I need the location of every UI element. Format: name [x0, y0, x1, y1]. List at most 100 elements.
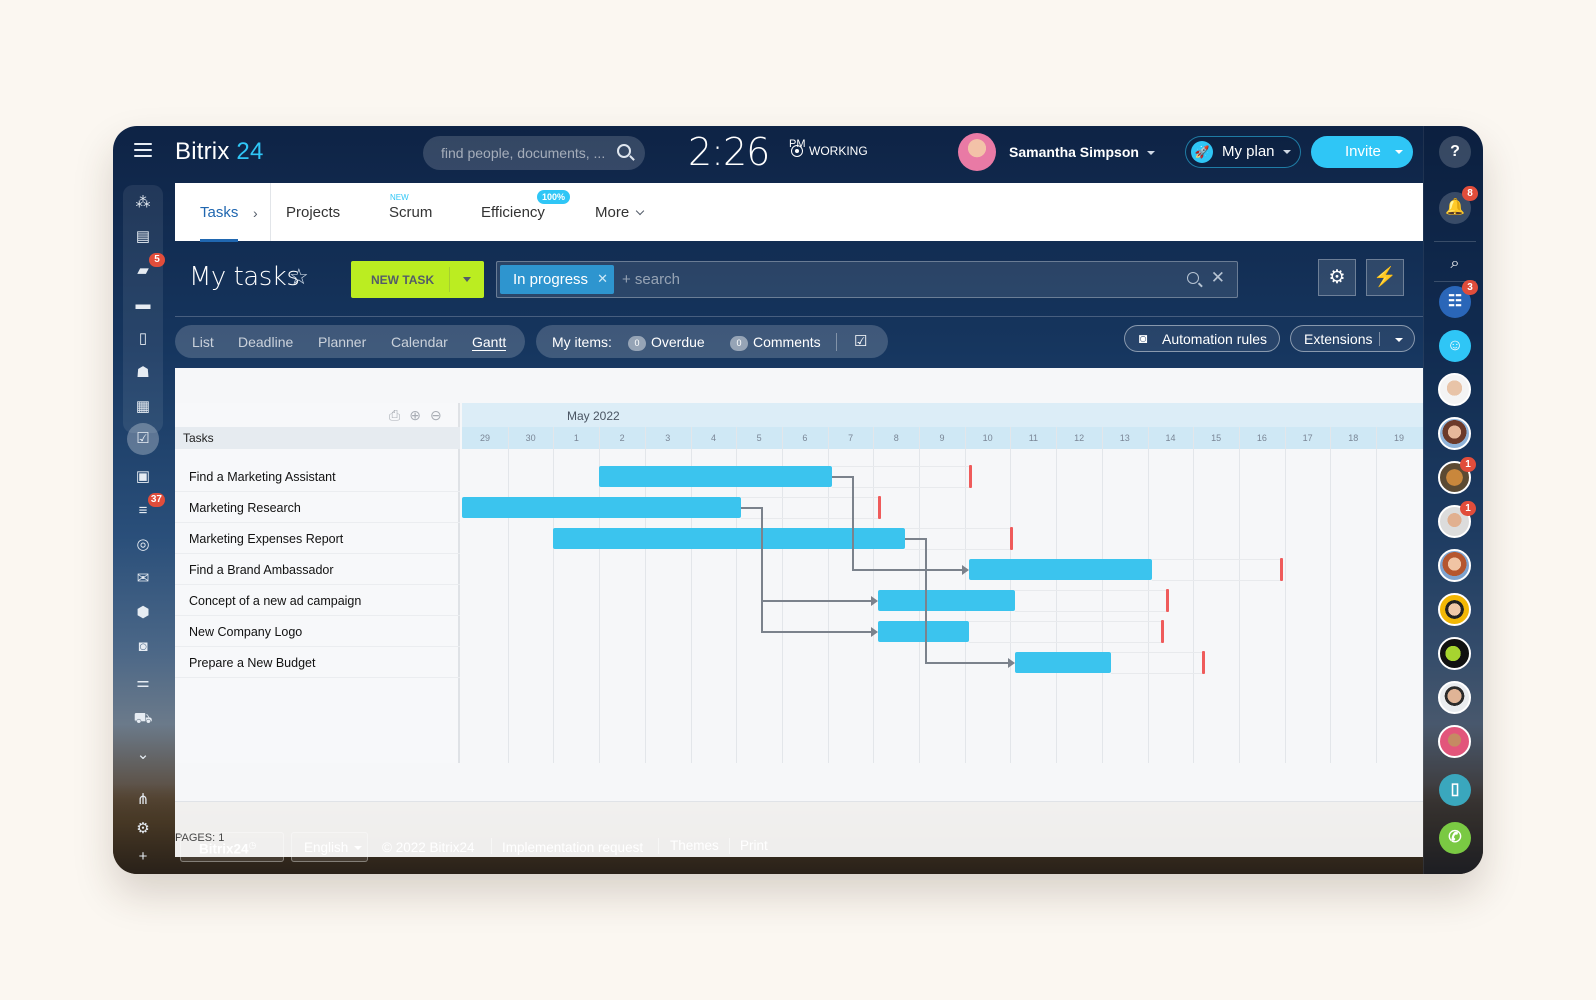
notifications-bell-icon[interactable]: 🔔 8: [1439, 186, 1478, 224]
logo[interactable]: Bitrix 24: [175, 138, 264, 166]
group-chat-icon[interactable]: ☷ 3: [1439, 280, 1478, 318]
themes-link[interactable]: Themes: [670, 832, 719, 862]
search-icon[interactable]: ⌕: [1439, 248, 1471, 280]
box-icon[interactable]: ⬢: [133, 603, 153, 623]
tab-efficiency[interactable]: 100% Efficiency: [481, 190, 571, 221]
gantt-bar[interactable]: [1014, 652, 1111, 673]
contact-avatar[interactable]: [1438, 417, 1471, 450]
zoom-out-icon[interactable]: ⊖: [430, 407, 442, 423]
read-all-comments-icon[interactable]: ☑: [854, 332, 867, 350]
task-row[interactable]: Marketing Expenses Report: [175, 523, 460, 554]
contact-avatar[interactable]: [1438, 681, 1471, 714]
chevron-right-icon[interactable]: ›: [253, 205, 258, 221]
gantt-bar[interactable]: [969, 559, 1153, 580]
work-status[interactable]: WORKING: [791, 144, 868, 158]
chevron-down-icon[interactable]: [1395, 338, 1403, 342]
clock-time[interactable]: 2:26: [688, 130, 770, 174]
global-search-input[interactable]: find people, documents, ...: [423, 136, 645, 170]
tasks-list-icon[interactable]: ▤: [133, 227, 153, 247]
plus-icon[interactable]: +: [133, 847, 153, 867]
task-row[interactable]: Find a Brand Ambassador: [175, 554, 460, 585]
contact-avatar[interactable]: [1438, 637, 1471, 670]
crm-funnel-icon[interactable]: ≡ 37: [133, 493, 165, 521]
automation-rules-button[interactable]: ◙ Automation rules: [1124, 325, 1280, 352]
sitemap-icon[interactable]: ⋔: [133, 790, 153, 810]
zoom-in-icon[interactable]: ⊕: [409, 407, 421, 423]
task-row[interactable]: Prepare a New Budget: [175, 647, 460, 678]
mobile-cloud-icon[interactable]: ▯: [1439, 774, 1471, 806]
star-icon[interactable]: ☆: [289, 264, 309, 290]
task-row[interactable]: Concept of a new ad campaign: [175, 585, 460, 616]
tab-scrum[interactable]: NEW Scrum: [389, 193, 432, 221]
extensions-button[interactable]: Extensions: [1290, 325, 1415, 352]
print-link[interactable]: Print: [740, 832, 768, 862]
contact-avatar[interactable]: 1: [1438, 457, 1476, 494]
view-deadline[interactable]: Deadline: [238, 334, 293, 350]
view-list[interactable]: List: [192, 334, 214, 350]
gantt-bar[interactable]: [877, 590, 1015, 611]
open-lines-icon[interactable]: ☺: [1439, 330, 1471, 362]
print-icon[interactable]: ⎙: [389, 407, 400, 423]
chevron-down-icon[interactable]: [463, 277, 471, 282]
calendar-icon[interactable]: ▦: [133, 397, 153, 417]
workgroups-icon[interactable]: ☗: [133, 363, 153, 383]
task-check-icon[interactable]: ☑: [127, 423, 159, 455]
robot-icon[interactable]: ◙: [133, 637, 153, 657]
contact-card-icon[interactable]: ▣: [133, 467, 153, 487]
document-icon[interactable]: ▯: [133, 329, 153, 349]
mail-icon[interactable]: ✉: [133, 569, 153, 589]
search-icon[interactable]: [1187, 272, 1199, 284]
feed-icon[interactable]: ⁂: [133, 193, 153, 213]
gantt-bar[interactable]: [877, 621, 970, 642]
contact-avatar[interactable]: [1438, 593, 1471, 626]
phone-icon[interactable]: ✆: [1439, 822, 1471, 854]
deadline-marker[interactable]: [877, 496, 881, 519]
settings-icon[interactable]: ⚙: [133, 819, 153, 839]
gantt-bar[interactable]: [599, 466, 833, 487]
task-row[interactable]: Find a Marketing Assistant: [175, 461, 460, 492]
implementation-request-link[interactable]: Implementation request: [502, 832, 643, 862]
new-task-button[interactable]: NEW TASK: [351, 261, 484, 298]
overdue-filter[interactable]: 0 Overdue: [628, 334, 705, 351]
comments-filter[interactable]: 0 Comments: [730, 334, 821, 351]
view-calendar[interactable]: Calendar: [391, 334, 448, 350]
cart-icon[interactable]: ⛟: [133, 709, 153, 729]
deadline-marker[interactable]: [1010, 527, 1014, 550]
contact-avatar[interactable]: [1438, 725, 1471, 758]
footer-brand[interactable]: Bitrix24◷: [180, 832, 284, 862]
target-icon[interactable]: ◎: [133, 535, 153, 555]
invite-button[interactable]: Invite: [1311, 136, 1413, 168]
filter-search-input[interactable]: In progress ✕ + search ✕: [496, 261, 1238, 298]
menu-burger-icon[interactable]: [134, 143, 152, 157]
deadline-marker[interactable]: [1280, 558, 1284, 581]
deadline-marker[interactable]: [969, 465, 973, 488]
tab-tasks[interactable]: Tasks: [200, 204, 239, 242]
tab-more[interactable]: More: [595, 204, 645, 221]
task-row[interactable]: Marketing Research: [175, 492, 460, 523]
help-icon[interactable]: ?: [1439, 136, 1471, 168]
automation-button[interactable]: ⚡: [1366, 259, 1404, 296]
sliders-icon[interactable]: ⚌: [133, 673, 153, 693]
more-chevron-icon[interactable]: ⌄: [133, 745, 153, 765]
tab-projects[interactable]: Projects: [286, 204, 340, 221]
search-icon[interactable]: [617, 144, 631, 158]
remove-filter-icon[interactable]: ✕: [597, 271, 608, 287]
drive-icon[interactable]: ▬: [133, 295, 153, 315]
deadline-marker[interactable]: [1202, 651, 1206, 674]
user-avatar[interactable]: [958, 133, 996, 171]
user-menu[interactable]: Samantha Simpson: [1009, 144, 1155, 160]
task-row[interactable]: New Company Logo: [175, 616, 460, 647]
gantt-bar[interactable]: [462, 497, 741, 518]
contact-avatar[interactable]: 1: [1438, 501, 1476, 538]
close-icon[interactable]: ✕: [1211, 268, 1225, 288]
view-gantt[interactable]: Gantt: [472, 334, 507, 351]
chat-icon[interactable]: ▰ 5: [133, 253, 165, 281]
contact-avatar[interactable]: [1438, 549, 1471, 582]
view-planner[interactable]: Planner: [318, 334, 366, 350]
filter-search-placeholder[interactable]: + search: [622, 271, 680, 288]
deadline-marker[interactable]: [1161, 620, 1165, 643]
deadline-marker[interactable]: [1165, 589, 1169, 612]
settings-button[interactable]: ⚙: [1318, 259, 1356, 296]
filter-chip[interactable]: In progress ✕: [500, 265, 614, 294]
contact-avatar[interactable]: [1438, 373, 1471, 406]
